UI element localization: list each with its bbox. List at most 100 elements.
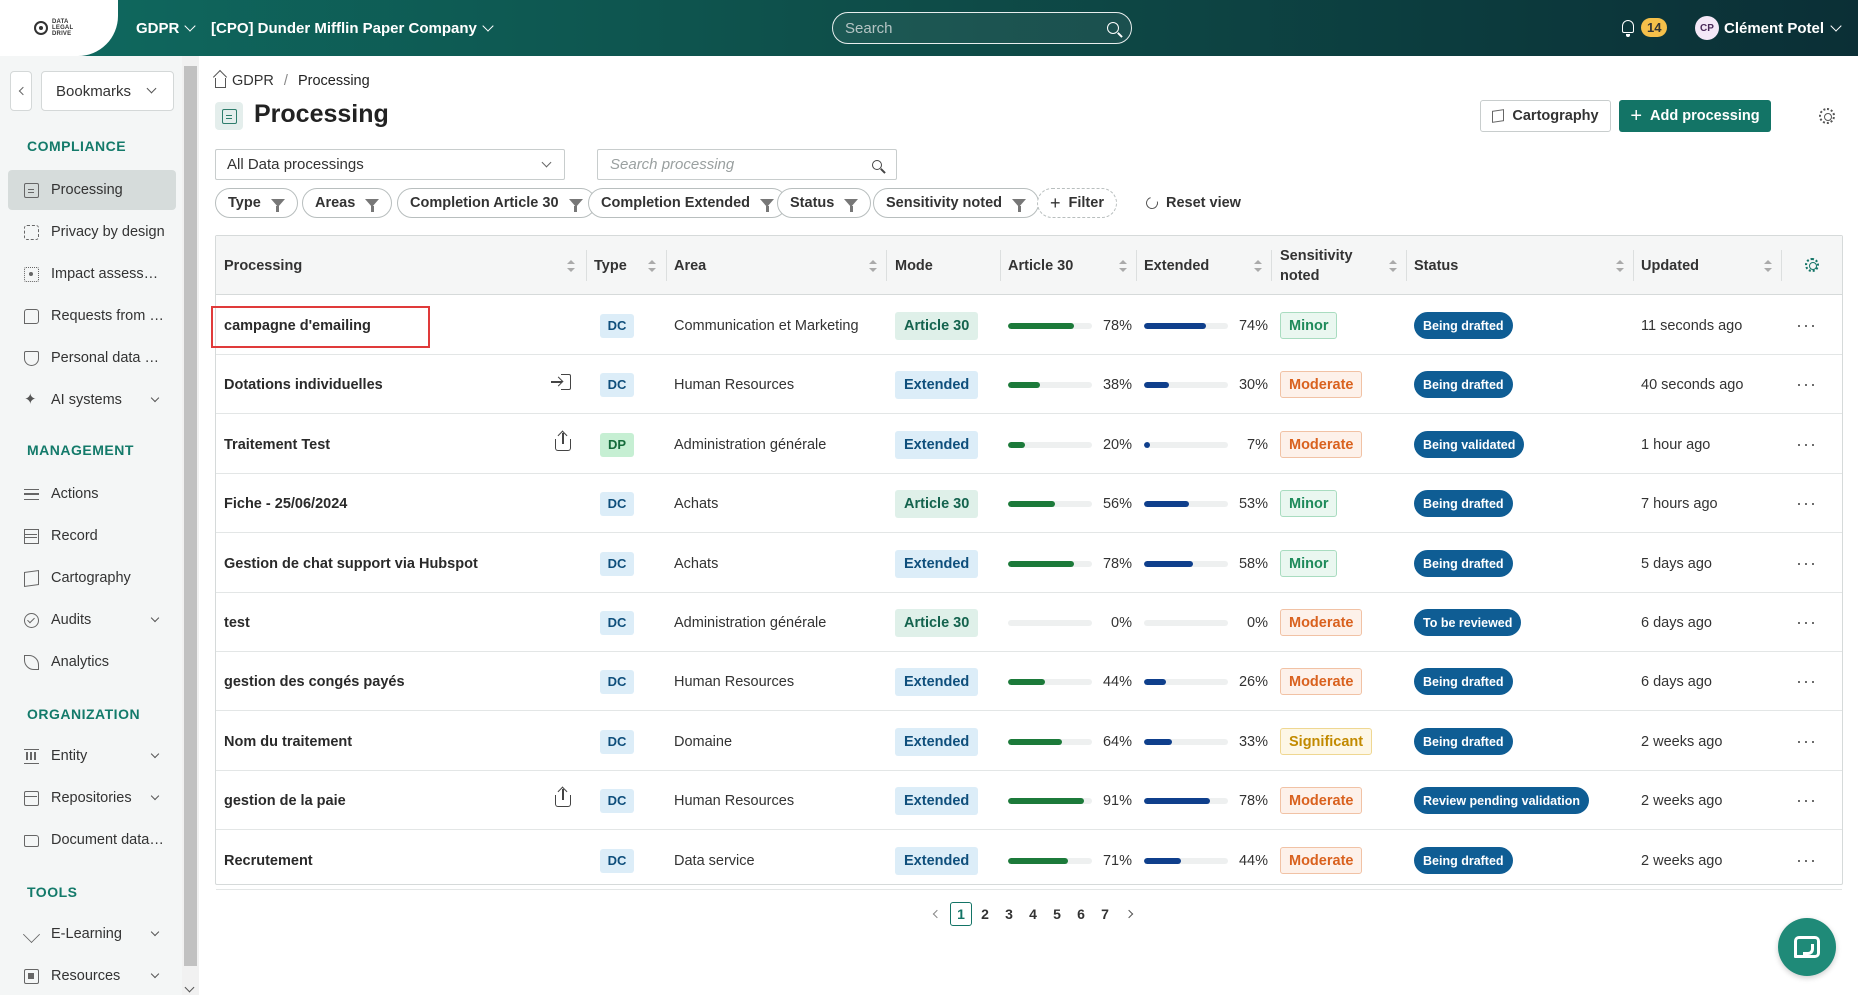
more-actions-icon[interactable]: ··· [1796,612,1817,633]
header-processing[interactable]: Processing [224,236,302,295]
more-actions-icon[interactable]: ··· [1796,315,1817,336]
header-sensitivity[interactable]: Sensitivity noted [1280,236,1353,295]
sidebar-item-e-learning[interactable]: E-Learning [8,914,176,954]
table-row[interactable]: Fiche - 25/06/2024 DC Achats Article 30 56% 5… [216,474,1842,533]
sort-icon[interactable] [1254,260,1262,272]
filter-type[interactable]: Type [215,188,298,218]
table-row[interactable]: campagne d'emailing DC Communication et Ma… [216,296,1842,355]
sidebar-item-resources[interactable]: Resources [8,956,176,995]
filter-status[interactable]: Status [777,188,872,218]
user-menu[interactable]: Clément Potel [1724,0,1842,56]
sidebar-item-entity[interactable]: Entity [8,736,176,776]
table-row[interactable]: test DC Administration générale Article 30 0… [216,593,1842,652]
bookmarks-dropdown[interactable]: Bookmarks [41,71,174,111]
processing-name[interactable]: Dotations individuelles [224,355,383,414]
scroll-down-arrow[interactable] [184,982,195,993]
prev-page-button[interactable] [925,902,949,926]
table-row[interactable]: Gestion de chat support via Hubspot DC Ach… [216,534,1842,593]
sort-icon[interactable] [648,260,656,272]
sort-icon[interactable] [1616,260,1624,272]
sidebar-item-ai-systems[interactable]: AI systems [8,380,176,420]
avatar[interactable]: CP [1695,16,1719,40]
view-select[interactable]: All Data processings [215,149,565,180]
notification-count[interactable]: 14 [1641,18,1668,37]
header-article-30[interactable]: Article 30 [1008,236,1073,295]
next-page-button[interactable] [1117,902,1141,926]
table-row[interactable]: Nom du traitement DC Domaine Extended 64% 33%… [216,712,1842,771]
gear-icon[interactable] [1819,108,1835,124]
header-updated[interactable]: Updated [1641,236,1699,295]
reset-view-button[interactable]: Reset view [1143,188,1241,218]
sidebar-item-requests[interactable]: Requests from data subjects [8,296,176,336]
help-chat-button[interactable] [1778,918,1836,976]
sidebar-item-impact-assessments[interactable]: Impact assessments [8,254,176,294]
more-actions-icon[interactable]: ··· [1796,731,1817,752]
page-1-button[interactable]: 1 [950,902,972,926]
sort-icon[interactable] [1764,260,1772,272]
sidebar-item-data-breaches[interactable]: Personal data breaches [8,338,176,378]
sidebar-item-cartography[interactable]: Cartography [8,558,176,598]
more-actions-icon[interactable]: ··· [1796,671,1817,692]
table-row[interactable]: Dotations individuelles DC Human Resources… [216,355,1842,414]
share-icon[interactable] [555,789,571,807]
sidebar-item-audits[interactable]: Audits [8,600,176,640]
table-row[interactable]: gestion des congés payés DC Human Resource… [216,652,1842,711]
header-status[interactable]: Status [1414,236,1458,295]
more-actions-icon[interactable]: ··· [1796,850,1817,871]
sort-icon[interactable] [567,260,575,272]
page-3-button[interactable]: 3 [997,902,1021,926]
header-extended[interactable]: Extended [1144,236,1209,295]
home-icon[interactable] [215,77,226,88]
logo[interactable]: DATA LEGAL DRIVE [0,0,118,56]
sidebar-item-actions[interactable]: Actions [8,474,176,514]
global-search-input[interactable] [845,19,1107,37]
processing-name[interactable]: Fiche - 25/06/2024 [224,474,347,533]
search-icon[interactable] [872,159,882,170]
page-4-button[interactable]: 4 [1021,902,1045,926]
processing-search[interactable] [597,149,897,180]
processing-search-input[interactable] [610,156,872,173]
sort-icon[interactable] [869,260,877,272]
sidebar-item-repositories[interactable]: Repositories [8,778,176,818]
page-7-button[interactable]: 7 [1093,902,1117,926]
scrollbar-thumb[interactable] [184,66,197,966]
sort-icon[interactable] [1389,260,1397,272]
global-search[interactable] [832,12,1132,44]
add-processing-button[interactable]: + Add processing [1619,100,1771,132]
table-row[interactable]: gestion de la paie DC Human Resources Exten… [216,771,1842,830]
filter-sensitivity-noted[interactable]: Sensitivity noted [873,188,1040,218]
table-row[interactable]: Recrutement DC Data service Extended 71% 44% M… [216,831,1842,890]
processing-name[interactable]: Traitement Test [224,415,330,474]
more-actions-icon[interactable]: ··· [1796,790,1817,811]
cartography-button[interactable]: Cartography [1480,100,1611,132]
more-actions-icon[interactable]: ··· [1796,434,1817,455]
more-actions-icon[interactable]: ··· [1796,493,1817,514]
filter-completion-article-30[interactable]: Completion Article 30 [397,188,596,218]
sidebar-item-privacy-by-design[interactable]: Privacy by design [8,212,176,252]
sidebar-item-analytics[interactable]: Analytics [8,642,176,682]
processing-name[interactable]: Gestion de chat support via Hubspot [224,534,478,593]
gear-icon[interactable] [1805,258,1819,272]
sidebar-scrollbar[interactable] [182,56,199,995]
filter-completion-extended[interactable]: Completion Extended [588,188,788,218]
breadcrumb-root[interactable]: GDPR [232,73,274,89]
page-2-button[interactable]: 2 [973,902,997,926]
page-6-button[interactable]: 6 [1069,902,1093,926]
import-icon[interactable] [551,374,571,392]
table-row[interactable]: Traitement Test DP Administration générale… [216,415,1842,474]
sidebar-item-record[interactable]: Record [8,516,176,556]
page-5-button[interactable]: 5 [1045,902,1069,926]
share-icon[interactable] [555,433,571,451]
sidebar-item-processing[interactable]: Processing [8,170,176,210]
sidebar-item-document-database[interactable]: Document database [8,820,176,860]
header-area[interactable]: Area [674,236,706,295]
more-actions-icon[interactable]: ··· [1796,374,1817,395]
processing-name[interactable]: Recrutement [224,831,313,890]
more-actions-icon[interactable]: ··· [1796,553,1817,574]
search-icon[interactable] [1107,22,1119,34]
filter-areas[interactable]: Areas [302,188,393,218]
header-type[interactable]: Type [594,236,627,295]
processing-name[interactable]: test [224,593,250,652]
processing-name[interactable]: Nom du traitement [224,712,352,771]
add-filter-button[interactable]: + Filter [1037,188,1117,218]
